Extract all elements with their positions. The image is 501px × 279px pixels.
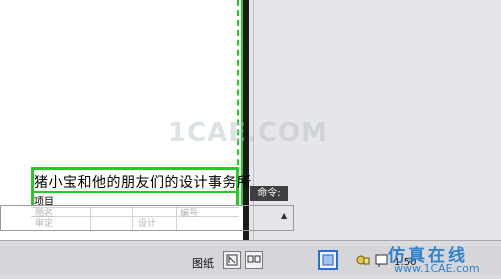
viewport-icon[interactable] (318, 250, 338, 270)
company-name: 猪小宝和他的朋友们的设计事务所 (34, 175, 252, 191)
command-input[interactable] (0, 205, 294, 231)
viewport-icon-glyph (322, 254, 334, 266)
command-history-arrow-icon[interactable]: ▲ (281, 211, 287, 220)
layout-icon[interactable] (245, 251, 263, 269)
title-block-separator (33, 191, 238, 193)
brand-url: www.1CAE.com (394, 262, 480, 275)
model-icon-glyph (226, 254, 238, 266)
paper-space-label[interactable]: 图纸 (192, 255, 214, 271)
layout-icon-glyph (247, 255, 261, 263)
annotation-icon[interactable] (355, 252, 371, 268)
model-icon[interactable] (223, 251, 241, 269)
command-label: 命令: (250, 186, 288, 201)
annotation-icon-glyph (356, 255, 370, 265)
watermark-text: 1CAE.COM (168, 118, 328, 148)
